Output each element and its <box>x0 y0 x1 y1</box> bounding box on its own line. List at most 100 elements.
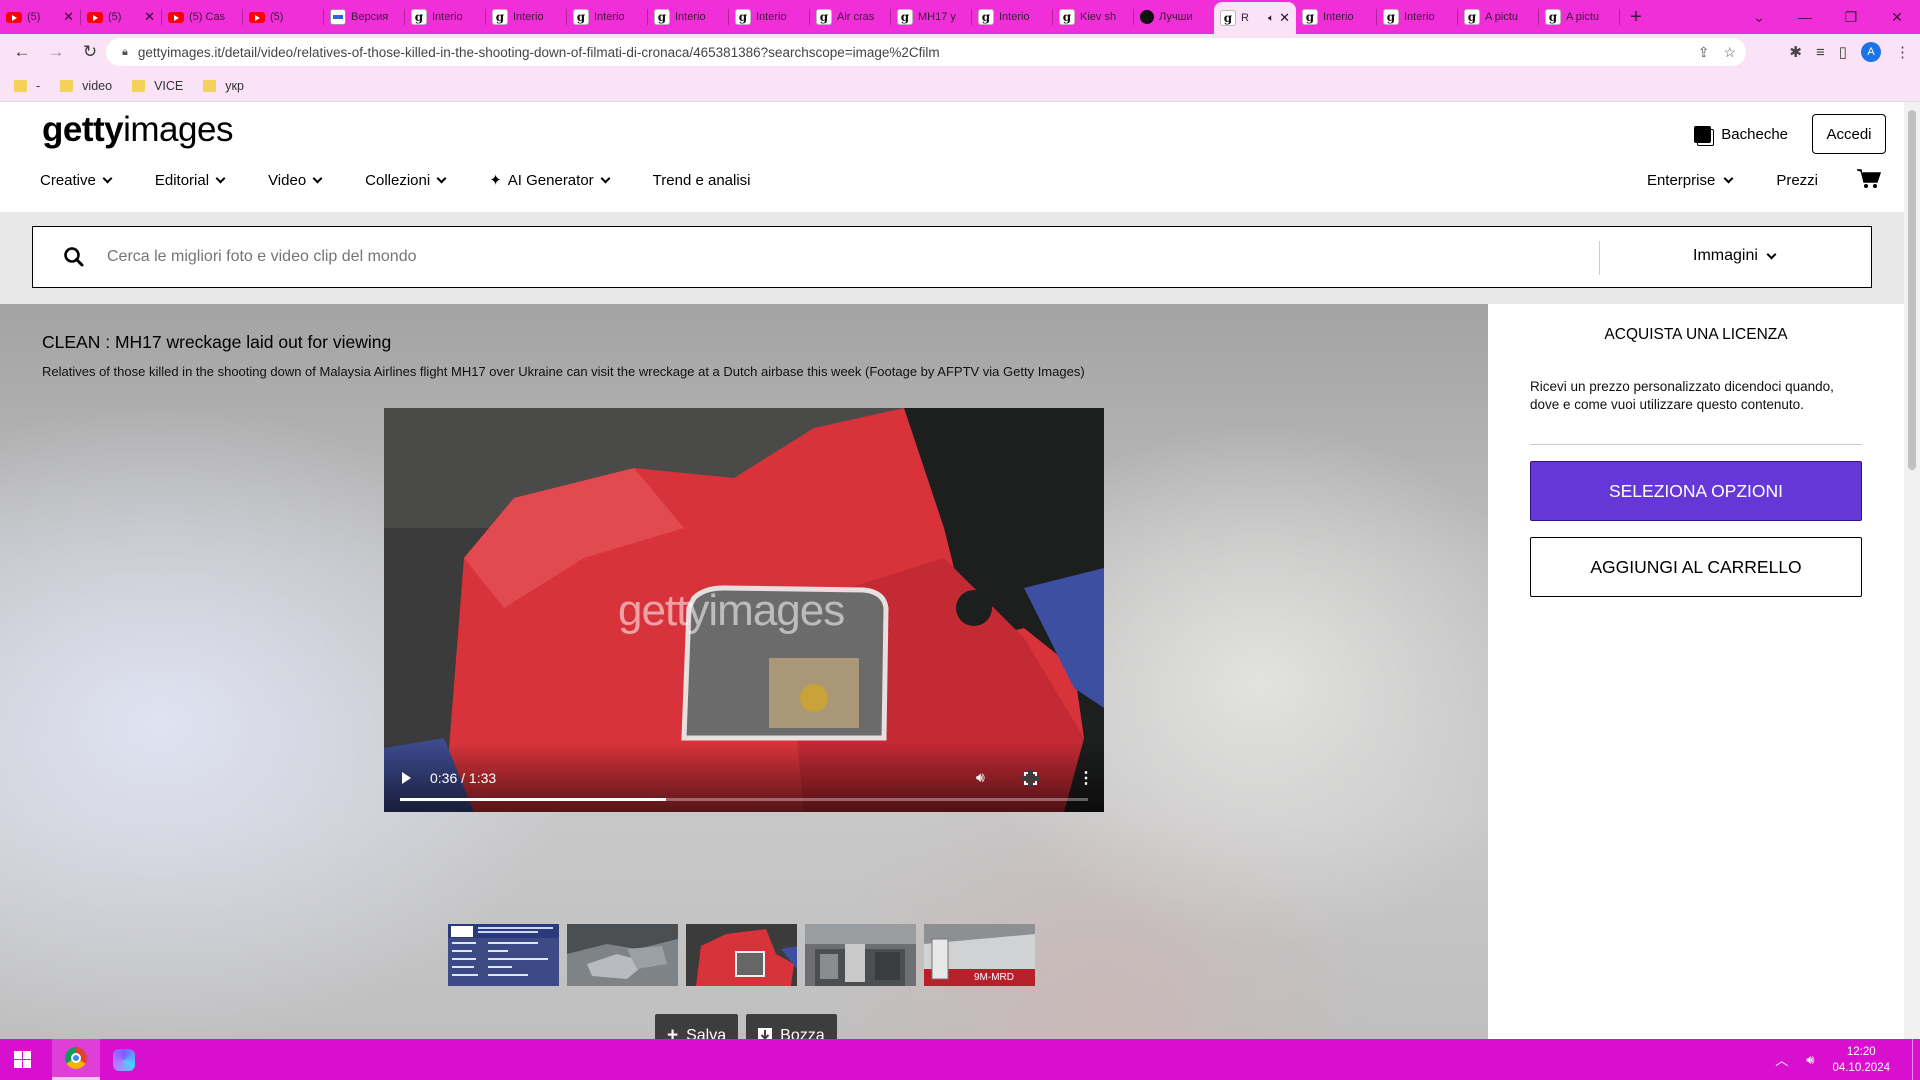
minimize-button[interactable]: — <box>1782 0 1828 34</box>
nav-item-trend-e-analisi[interactable]: Trend e analisi <box>653 172 751 189</box>
new-tab-button[interactable]: + <box>1620 6 1652 29</box>
browser-tab[interactable]: g Interio <box>648 0 728 34</box>
nav-label: AI Generator <box>507 171 594 189</box>
video-progress-bar[interactable] <box>400 798 1088 801</box>
side-panel-icon[interactable]: ▯ <box>1839 43 1847 61</box>
browser-menu-icon[interactable]: ⋮ <box>1895 43 1910 61</box>
license-heading: ACQUISTA UNA LICENZA <box>1604 326 1788 343</box>
show-desktop[interactable] <box>1912 1039 1920 1080</box>
browser-tab[interactable]: (5) ✕ <box>0 0 80 34</box>
close-window-button[interactable]: ✕ <box>1874 0 1920 34</box>
getty-icon: g <box>816 9 832 25</box>
nav-item-ai-generator[interactable]: ✦ AI Generator <box>489 171 611 189</box>
browser-tab[interactable]: g Air cras <box>810 0 890 34</box>
browser-tab[interactable]: g Interio <box>405 0 485 34</box>
nav-item-prezzi[interactable]: Prezzi <box>1776 172 1818 189</box>
bookmark-label: укр <box>225 78 244 93</box>
browser-tab[interactable]: g MH17 y <box>891 0 971 34</box>
browser-tab[interactable]: g A pictu <box>1539 0 1619 34</box>
browser-tab[interactable]: Лучши <box>1134 0 1214 34</box>
tab-title: R <box>1241 12 1249 24</box>
nav-item-creative[interactable]: Creative <box>40 172 113 189</box>
video-player[interactable]: gettyimages 0:36 / 1:33 🔊︎ ⋮ <box>384 408 1104 812</box>
tab-title: Interio <box>513 11 544 23</box>
play-icon[interactable] <box>402 772 411 784</box>
extensions-icon[interactable]: ✱ <box>1789 43 1802 61</box>
browser-tab[interactable]: g Interio <box>729 0 809 34</box>
tab-close-icon[interactable]: ✕ <box>1279 10 1290 26</box>
draft-download-button[interactable]: Bozza <box>746 1014 837 1039</box>
save-button[interactable]: + Salva <box>655 1014 739 1039</box>
tab-title: (5) <box>27 11 41 23</box>
scrollbar-thumb[interactable] <box>1908 110 1916 470</box>
bookmark-folder[interactable]: - <box>14 79 40 93</box>
lock-icon[interactable]: 🔒︎ <box>122 46 128 59</box>
ukrinform-icon <box>330 9 346 25</box>
tab-close-icon[interactable]: ✕ <box>144 9 155 25</box>
media-control-icon[interactable]: ≡ <box>1816 44 1825 61</box>
browser-tab[interactable]: g Interio <box>972 0 1052 34</box>
getty-logo[interactable]: gettyimages <box>42 110 233 150</box>
tray-chevron-icon[interactable]: ︿ <box>1775 1050 1788 1069</box>
back-icon[interactable]: ← <box>8 38 36 66</box>
page-scrollbar[interactable] <box>1904 102 1920 1039</box>
nav-item-editorial[interactable]: Editorial <box>155 172 226 189</box>
bookmark-star-icon[interactable]: ☆ <box>1723 44 1736 61</box>
bookmark-folder[interactable]: video <box>60 79 112 93</box>
license-text: Ricevi un prezzo personalizzato dicendoc… <box>1530 379 1834 412</box>
address-bar[interactable]: 🔒︎ gettyimages.it/detail/video/relatives… <box>106 38 1746 66</box>
search-scope-dropdown[interactable]: Immagini <box>1693 247 1777 265</box>
reload-icon[interactable]: ↻ <box>76 38 104 66</box>
browser-tab[interactable]: (5) ✕ <box>81 0 161 34</box>
restore-button[interactable]: ❐ <box>1828 0 1874 34</box>
tab-search-chevron-icon[interactable]: ⌄ <box>1736 0 1782 34</box>
fullscreen-icon[interactable] <box>1022 770 1039 787</box>
thumb-hangar[interactable] <box>805 924 916 986</box>
nav-item-enterprise[interactable]: Enterprise <box>1647 172 1734 189</box>
browser-tab[interactable]: g A pictu <box>1458 0 1538 34</box>
thumb-title-card[interactable] <box>448 924 559 986</box>
clock[interactable]: 12:20 04.10.2024 <box>1832 1044 1890 1076</box>
thumb-fuselage-9m-mrd[interactable]: 9M-MRD <box>924 924 1035 986</box>
select-options-button[interactable]: SELEZIONA OPZIONI <box>1530 461 1862 521</box>
browser-tab[interactable]: g Interio <box>486 0 566 34</box>
boards-link[interactable]: Bacheche <box>1694 125 1788 143</box>
forward-icon[interactable]: → <box>42 38 70 66</box>
web-page: gettyimages Bacheche Accedi Creative Edit… <box>0 102 1904 1039</box>
browser-tab[interactable]: g R 🔈︎ ✕ <box>1214 2 1296 34</box>
tab-audio-icon[interactable]: 🔈︎ <box>1268 13 1274 24</box>
chrome-icon <box>65 1047 87 1069</box>
nav-item-collezioni[interactable]: Collezioni <box>365 172 447 189</box>
taskbar-chrome[interactable] <box>52 1039 100 1080</box>
speaker-icon[interactable]: 🔊︎ <box>1806 1052 1814 1068</box>
browser-tab[interactable]: Версия <box>324 0 404 34</box>
taskbar-app[interactable] <box>100 1039 148 1080</box>
search-input[interactable] <box>107 227 1307 287</box>
youtube-icon <box>168 11 184 23</box>
bookmark-folder[interactable]: укр <box>203 79 244 93</box>
browser-tab[interactable]: g Kiev sh <box>1053 0 1133 34</box>
add-to-cart-button[interactable]: AGGIUNGI AL CARRELLO <box>1530 537 1862 597</box>
nav-item-video[interactable]: Video <box>268 172 323 189</box>
windows-start-icon[interactable] <box>14 1051 31 1068</box>
browser-tab[interactable]: (5) Cas <box>162 0 242 34</box>
cart-icon[interactable] <box>1857 169 1881 189</box>
folder-icon <box>14 79 27 92</box>
more-options-icon[interactable]: ⋮ <box>1078 768 1094 788</box>
search-icon[interactable] <box>63 246 85 268</box>
license-divider <box>1530 444 1862 445</box>
browser-tab[interactable]: (5) <box>243 0 323 34</box>
profile-avatar[interactable]: A <box>1861 42 1881 62</box>
thumb-wreckage-floor[interactable] <box>567 924 678 986</box>
thumb-red-fuselage[interactable] <box>686 924 797 986</box>
login-button[interactable]: Accedi <box>1812 114 1886 154</box>
volume-icon[interactable]: 🔊︎ <box>976 769 985 786</box>
getty-icon: g <box>897 9 913 25</box>
browser-tab[interactable]: g Interio <box>1296 0 1376 34</box>
tab-close-icon[interactable]: ✕ <box>63 9 74 25</box>
bookmark-folder[interactable]: VICE <box>132 79 183 93</box>
draft-label: Bozza <box>780 1027 825 1039</box>
browser-tab[interactable]: g Interio <box>567 0 647 34</box>
share-icon[interactable]: ⇪ <box>1698 44 1710 61</box>
browser-tab[interactable]: g Interio <box>1377 0 1457 34</box>
